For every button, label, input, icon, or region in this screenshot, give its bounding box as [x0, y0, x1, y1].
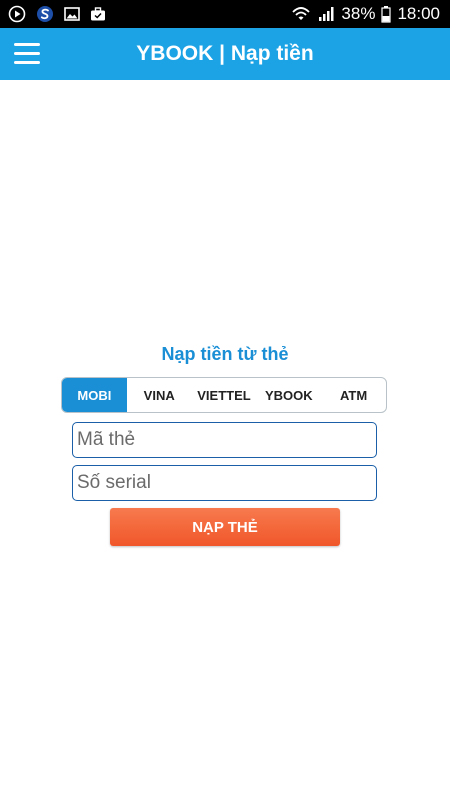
serial-input[interactable] [73, 466, 376, 500]
clock: 18:00 [397, 4, 440, 23]
gallery-icon [63, 5, 81, 23]
tab-viettel[interactable]: VIETTEL [192, 378, 257, 412]
page-title: YBOOK | Nạp tiền [136, 42, 314, 65]
serial-field [72, 465, 377, 501]
carrier-tabs: MOBI VINA VIETTEL YBOOK ATM [61, 377, 387, 413]
battery-percent: 38% [341, 4, 376, 23]
hamburger-menu-icon[interactable] [12, 40, 42, 68]
status-bar: 38% 18:00 [0, 0, 450, 28]
briefcase-icon [89, 5, 107, 23]
tab-mobi[interactable]: MOBI [62, 378, 127, 412]
battery-icon [381, 5, 392, 23]
signal-icon [317, 5, 335, 23]
s-app-icon [36, 5, 54, 23]
tab-vina[interactable]: VINA [127, 378, 192, 412]
card-code-input[interactable] [73, 423, 376, 457]
wifi-icon [291, 5, 311, 23]
topup-title: Nạp tiền từ thẻ [161, 344, 289, 364]
tab-atm[interactable]: ATM [321, 378, 386, 412]
topup-submit-button[interactable]: NẠP THẺ [110, 508, 340, 546]
app-header: YBOOK | Nạp tiền [0, 28, 450, 80]
card-code-field [72, 422, 377, 458]
tab-ybook[interactable]: YBOOK [256, 378, 321, 412]
media-icon [8, 5, 26, 23]
